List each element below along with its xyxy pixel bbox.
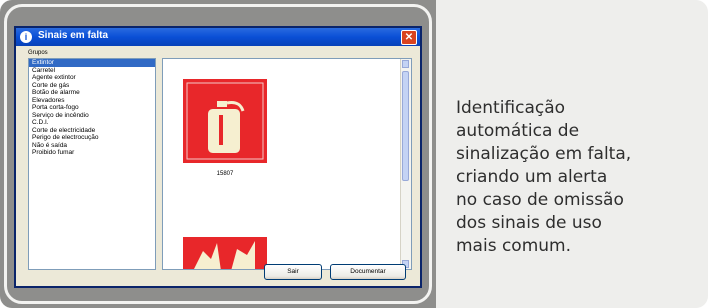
list-item[interactable]: Corte de gás bbox=[29, 82, 155, 90]
fire-sign-icon bbox=[183, 237, 267, 269]
list-item[interactable]: Corte de electricidade bbox=[29, 127, 155, 135]
fire-extinguisher-icon bbox=[186, 82, 264, 160]
sign-caption: 15807 bbox=[216, 171, 234, 177]
scroll-up-icon[interactable] bbox=[402, 60, 409, 68]
list-item[interactable]: C.D.I. bbox=[29, 119, 155, 127]
list-item[interactable]: Agente extintor bbox=[29, 74, 155, 82]
close-button[interactable]: ✕ bbox=[401, 30, 417, 45]
fire-extinguisher-sign[interactable] bbox=[183, 79, 267, 163]
list-item[interactable]: Serviço de incêndio bbox=[29, 112, 155, 120]
list-item[interactable]: Porta corta-fogo bbox=[29, 104, 155, 112]
list-item[interactable]: Não é saída bbox=[29, 142, 155, 150]
screenshot-panel: i Sinais em falta ✕ Grupos Extintor Carr… bbox=[0, 0, 436, 308]
list-item[interactable]: Carretel bbox=[29, 67, 155, 75]
fire-extinguisher-sign[interactable] bbox=[183, 237, 267, 269]
list-item[interactable]: Extintor bbox=[29, 59, 155, 67]
list-item[interactable]: Perigo de electrocução bbox=[29, 134, 155, 142]
sign-preview-pane: 15807 bbox=[162, 58, 412, 270]
description-line: sinalização em falta, bbox=[456, 144, 632, 164]
dialog-title: Sinais em falta bbox=[38, 30, 109, 41]
description-line: Identificação bbox=[456, 98, 566, 118]
groups-label: Grupos bbox=[28, 50, 48, 56]
list-item[interactable]: Elevadores bbox=[29, 97, 155, 105]
dialog-titlebar: i Sinais em falta ✕ bbox=[16, 28, 420, 46]
description-line: criando um alerta bbox=[456, 167, 608, 187]
scrollbar-thumb[interactable] bbox=[402, 71, 409, 181]
description-line: dos sinais de uso bbox=[456, 213, 602, 233]
list-item[interactable]: Botão de alarme bbox=[29, 89, 155, 97]
description-line: mais comum. bbox=[456, 236, 572, 256]
document-button[interactable]: Documentar bbox=[330, 264, 406, 280]
list-item[interactable]: Proibido fumar bbox=[29, 149, 155, 157]
missing-signs-dialog: i Sinais em falta ✕ Grupos Extintor Carr… bbox=[14, 26, 422, 288]
groups-list[interactable]: Extintor Carretel Agente extintor Corte … bbox=[28, 58, 156, 270]
exit-button[interactable]: Sair bbox=[264, 264, 322, 280]
info-icon: i bbox=[20, 31, 32, 43]
description-line: no caso de omissão bbox=[456, 190, 624, 210]
preview-scrollbar[interactable] bbox=[400, 59, 411, 269]
feature-description: Identificação automática de sinalização … bbox=[456, 97, 696, 258]
description-line: automática de bbox=[456, 121, 580, 141]
feature-card: i Sinais em falta ✕ Grupos Extintor Carr… bbox=[0, 0, 708, 308]
